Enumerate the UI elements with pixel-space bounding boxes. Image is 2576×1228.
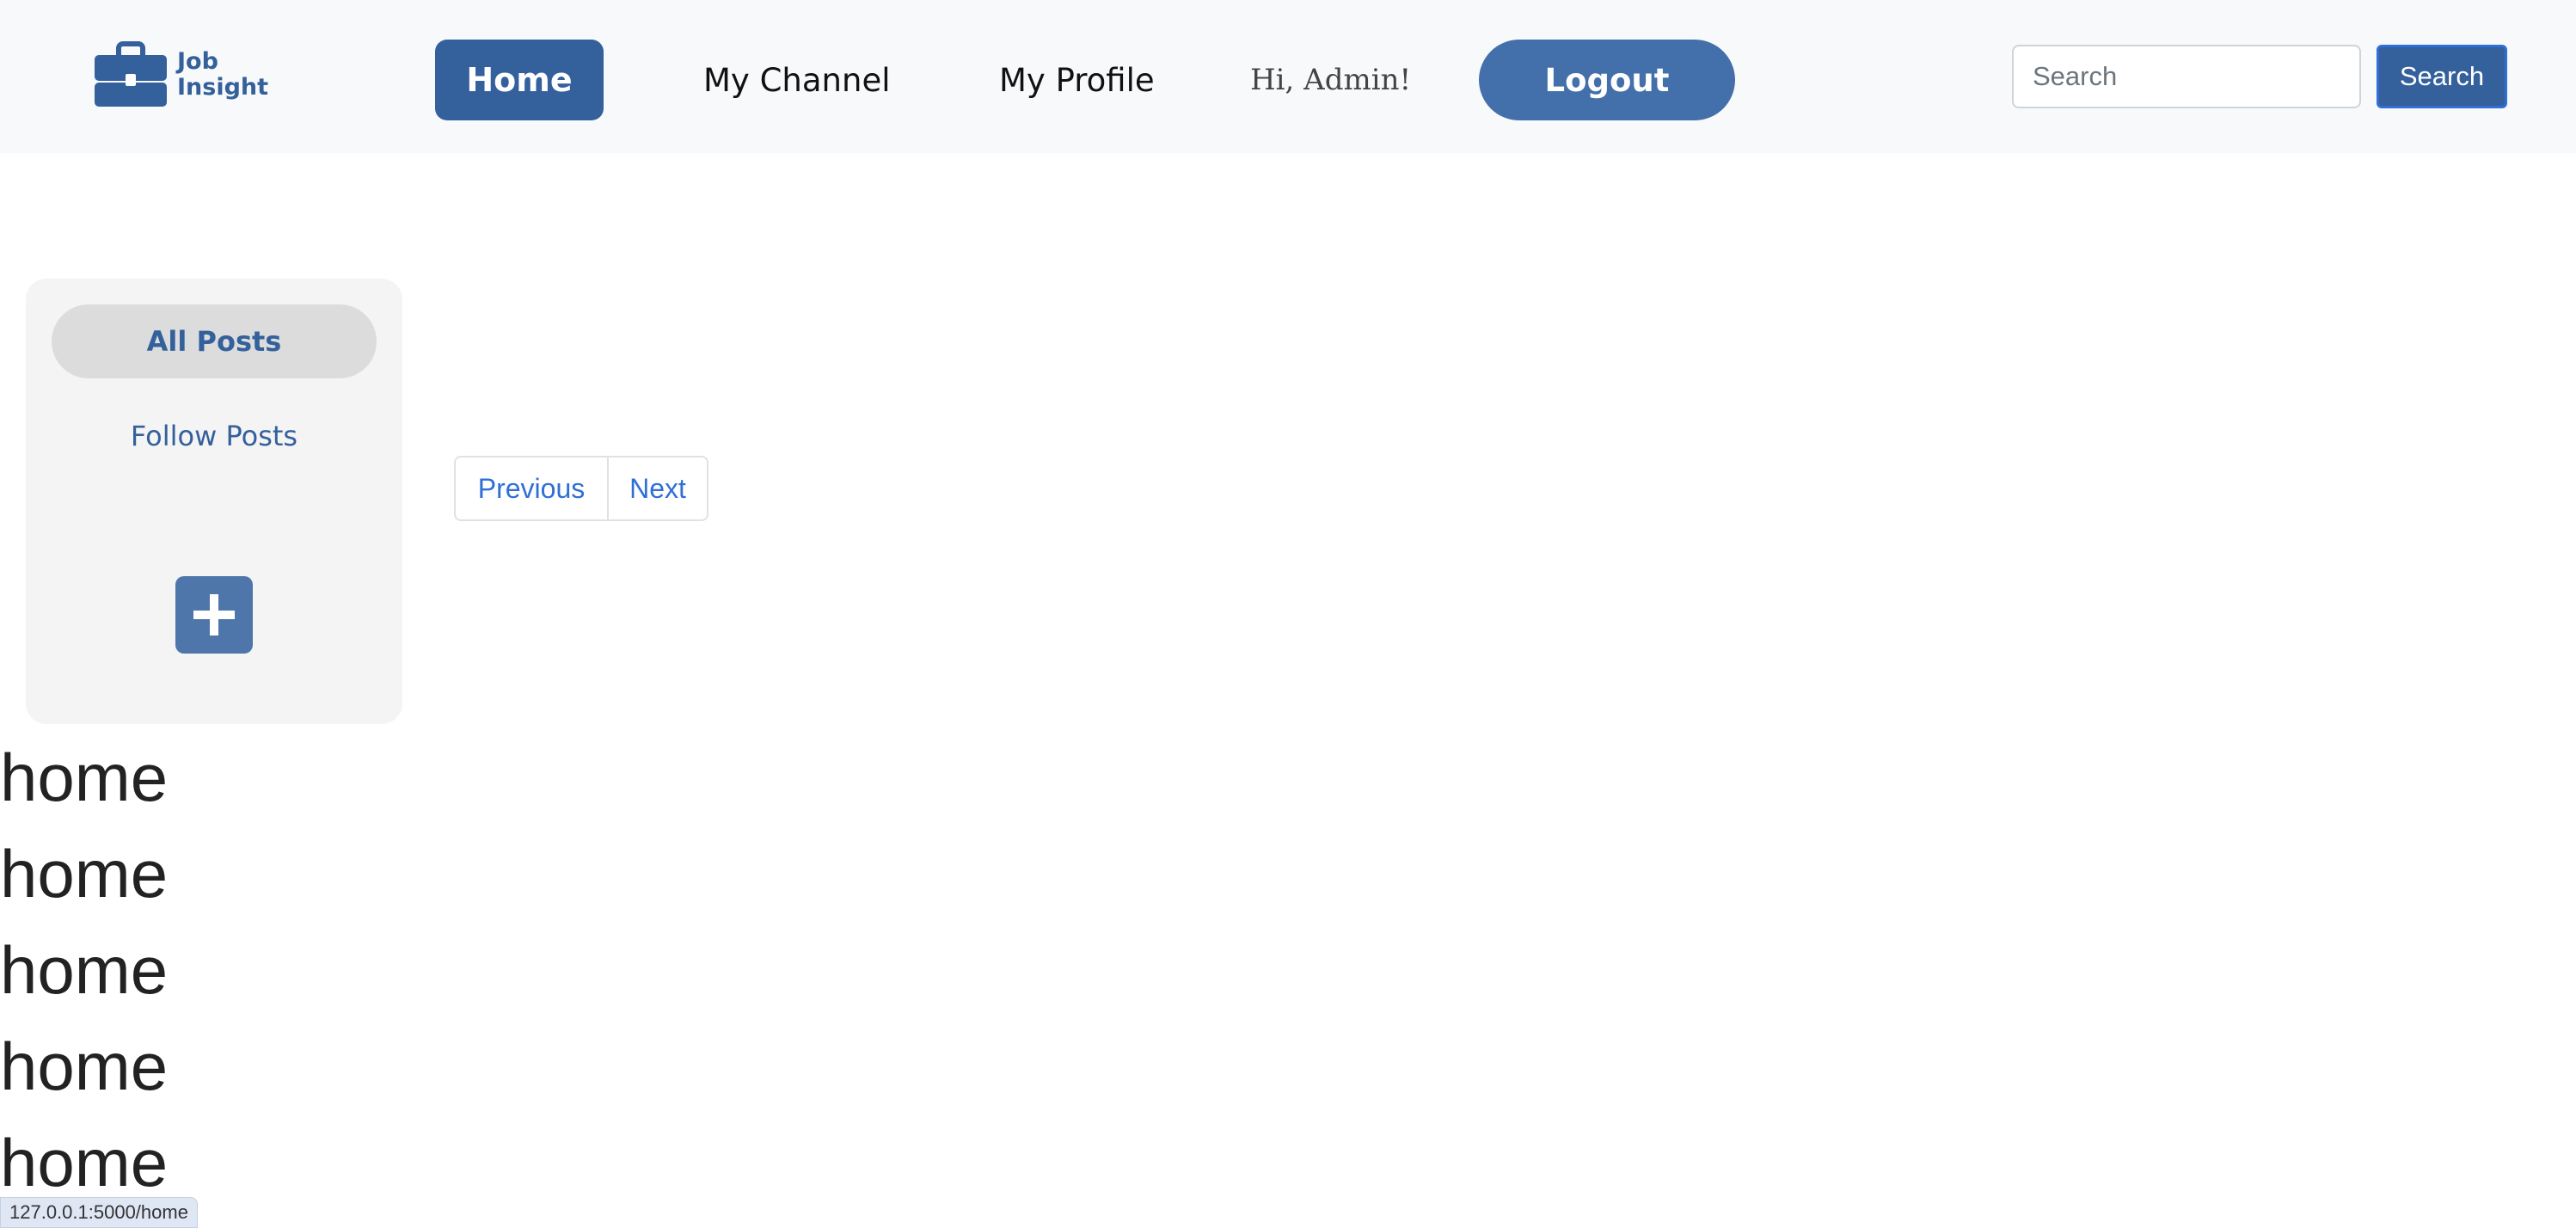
pagination-previous[interactable]: Previous [456,457,609,519]
post-item: home [0,835,169,912]
sidebar-item-all-posts[interactable]: All Posts [52,304,377,378]
logo-text-line2: Insight [177,74,269,101]
pagination-next[interactable]: Next [609,457,707,519]
post-item: home [0,739,169,815]
sidebar-item-follow-posts[interactable]: Follow Posts [26,399,402,473]
search-input[interactable] [2012,45,2361,108]
add-post-button[interactable] [175,576,253,654]
logo-text-line1: Job [177,48,218,75]
top-navbar: Job Insight Home My Channel My Profile H… [0,0,2576,153]
plus-icon [193,594,235,635]
pagination: Previous Next [454,456,708,521]
sidebar: All Posts Follow Posts [26,279,402,724]
logo[interactable]: Job Insight [93,41,268,108]
nav-my-profile-link[interactable]: My Profile [999,40,1155,120]
post-list: home home home home home [0,729,168,1211]
nav-home-button[interactable]: Home [435,40,604,120]
briefcase-icon [95,41,167,107]
post-item: home [0,931,169,1008]
post-item: home [0,1028,169,1104]
logout-button[interactable]: Logout [1479,40,1735,120]
search-button[interactable]: Search [2377,45,2507,108]
user-greeting: Hi, Admin! [1250,63,1412,97]
link-preview-status-bar: 127.0.0.1:5000/home [0,1197,198,1228]
logo-text: Job Insight [177,49,268,101]
nav-my-channel-link[interactable]: My Channel [703,40,890,120]
